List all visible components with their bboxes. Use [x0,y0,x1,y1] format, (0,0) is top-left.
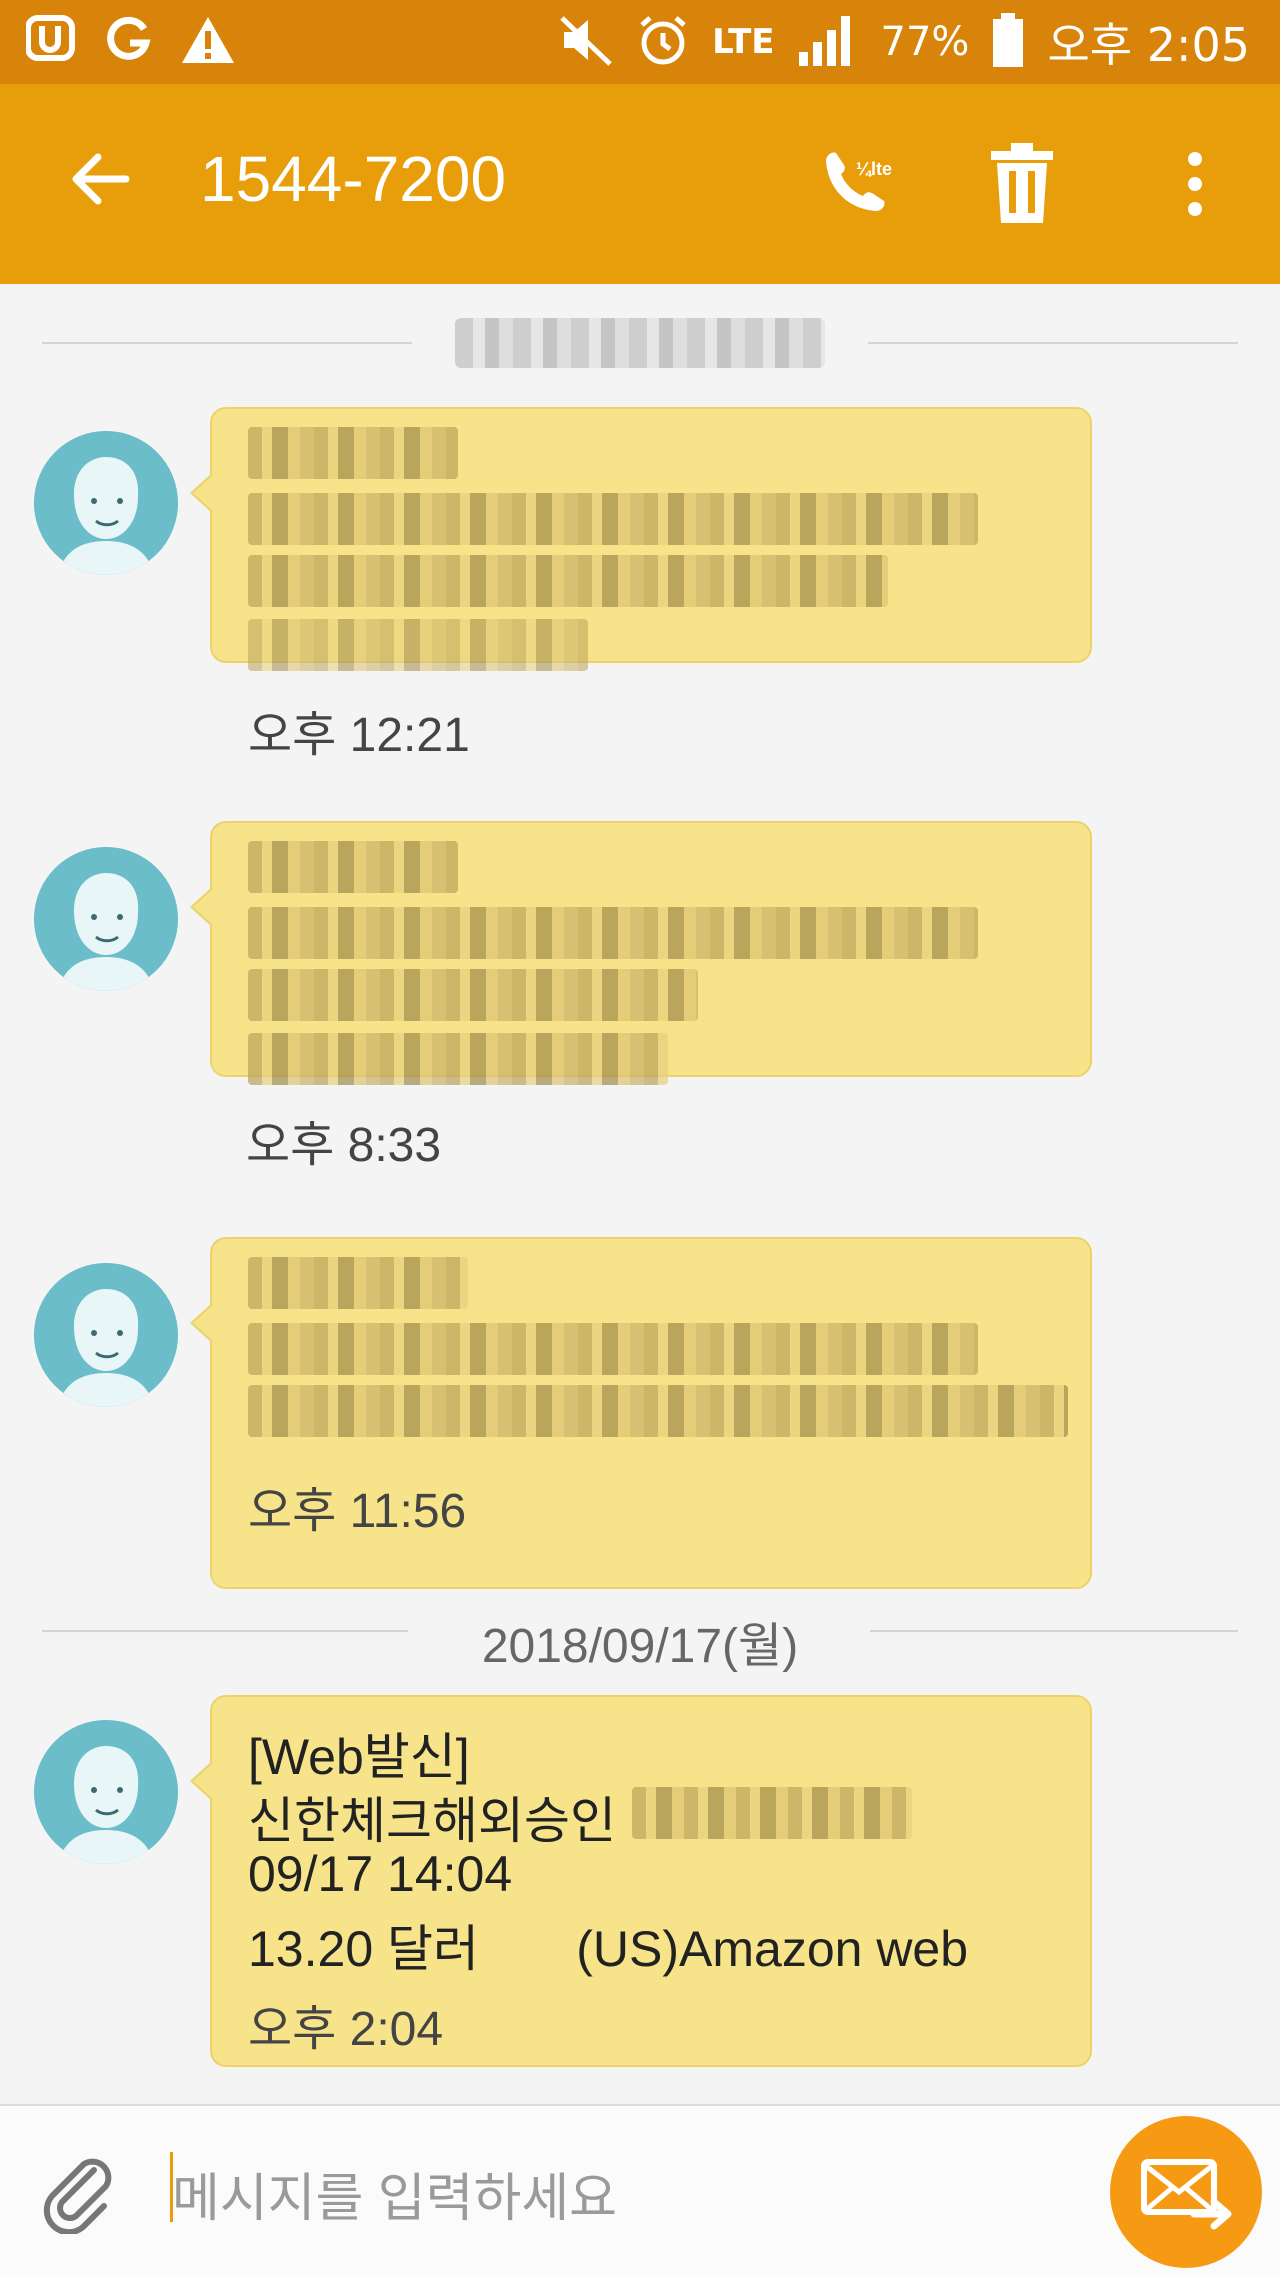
status-time: 오후 2:05 [1047,18,1250,72]
redacted-text [248,841,458,893]
signal-icon [797,12,859,72]
back-button[interactable] [60,139,140,219]
message-time: 오후 8:33 [246,1119,442,1172]
person-icon [34,431,178,575]
message-time: 오후 11:56 [248,1485,467,1538]
volte-call-button[interactable]: ¼lte [808,139,898,229]
trash-icon [991,143,1053,223]
svg-text:¼lte: ¼lte [856,159,892,179]
send-button[interactable] [1110,2116,1262,2268]
person-icon [34,1263,178,1407]
avatar[interactable] [34,1720,178,1864]
message-line: 13.20 달러 (US)Amazon web [248,1921,969,1977]
redacted-text [248,619,588,671]
date-separator [0,312,1280,372]
attach-button[interactable] [38,2150,122,2236]
person-icon [34,847,178,991]
delete-button[interactable] [977,139,1067,229]
more-vert-icon [1188,152,1202,216]
battery-percent: 77% [880,19,970,65]
message-line: [Web발신] [248,1729,470,1785]
message-bubble[interactable] [190,821,1092,1085]
redacted-text [248,1323,978,1375]
redacted-text [248,555,888,607]
status-bar: LTE 77% 오후 2:05 [0,0,1280,84]
redacted-text [248,427,458,479]
redacted-text [248,1385,1068,1437]
composer-bar: 메시지를 입력하세요 [0,2104,1280,2275]
app-toolbar: 1544-7200 ¼lte [0,84,1280,284]
conversation-title: 1544-7200 [200,143,507,215]
redacted-date [455,318,825,368]
network-label: LTE [712,22,775,62]
avatar[interactable] [34,847,178,991]
g-icon [104,15,154,69]
message-input-placeholder: 메시지를 입력하세요 [172,2170,618,2228]
message-thread[interactable]: 오후 12:21 오후 11:56 2018/09/17(월) [Web발신] … [0,284,1280,2104]
u-plus-icon [25,14,78,70]
date-separator: 2018/09/17(월) [0,1600,1280,1673]
mute-icon [558,14,614,70]
message-input[interactable]: 메시지를 입력하세요 [170,2146,1070,2236]
message-time: 오후 12:21 [248,709,470,762]
message-line: 신한체크해외승인 [248,1793,616,1849]
volte-call-icon: ¼lte [826,152,892,211]
redacted-text [248,1257,468,1309]
redacted-text [248,493,978,545]
redacted-text [632,1787,912,1839]
back-arrow-icon [72,153,130,205]
alarm-icon [636,13,690,71]
redacted-text [248,907,978,959]
send-message-icon [1141,2159,1232,2230]
more-options-button[interactable] [1150,139,1240,229]
message-time: 오후 2:04 [248,2003,444,2056]
message-bubble[interactable]: 오후 12:21 [190,407,1092,762]
message-line: 09/17 14:04 [248,1846,513,1902]
avatar[interactable] [34,1263,178,1407]
message-bubble[interactable]: 오후 11:56 [190,1237,1092,1589]
person-icon [34,1720,178,1864]
paperclip-icon [43,2158,112,2236]
date-separator-label: 2018/09/17(월) [481,1620,799,1673]
redacted-text [248,1033,668,1085]
battery-icon [991,11,1025,73]
warning-icon [180,14,236,70]
redacted-text [248,969,698,1021]
avatar[interactable] [34,431,178,575]
message-bubble[interactable]: [Web발신] 신한체크해외승인 09/17 14:04 13.20 달러 (U… [190,1695,1092,2067]
